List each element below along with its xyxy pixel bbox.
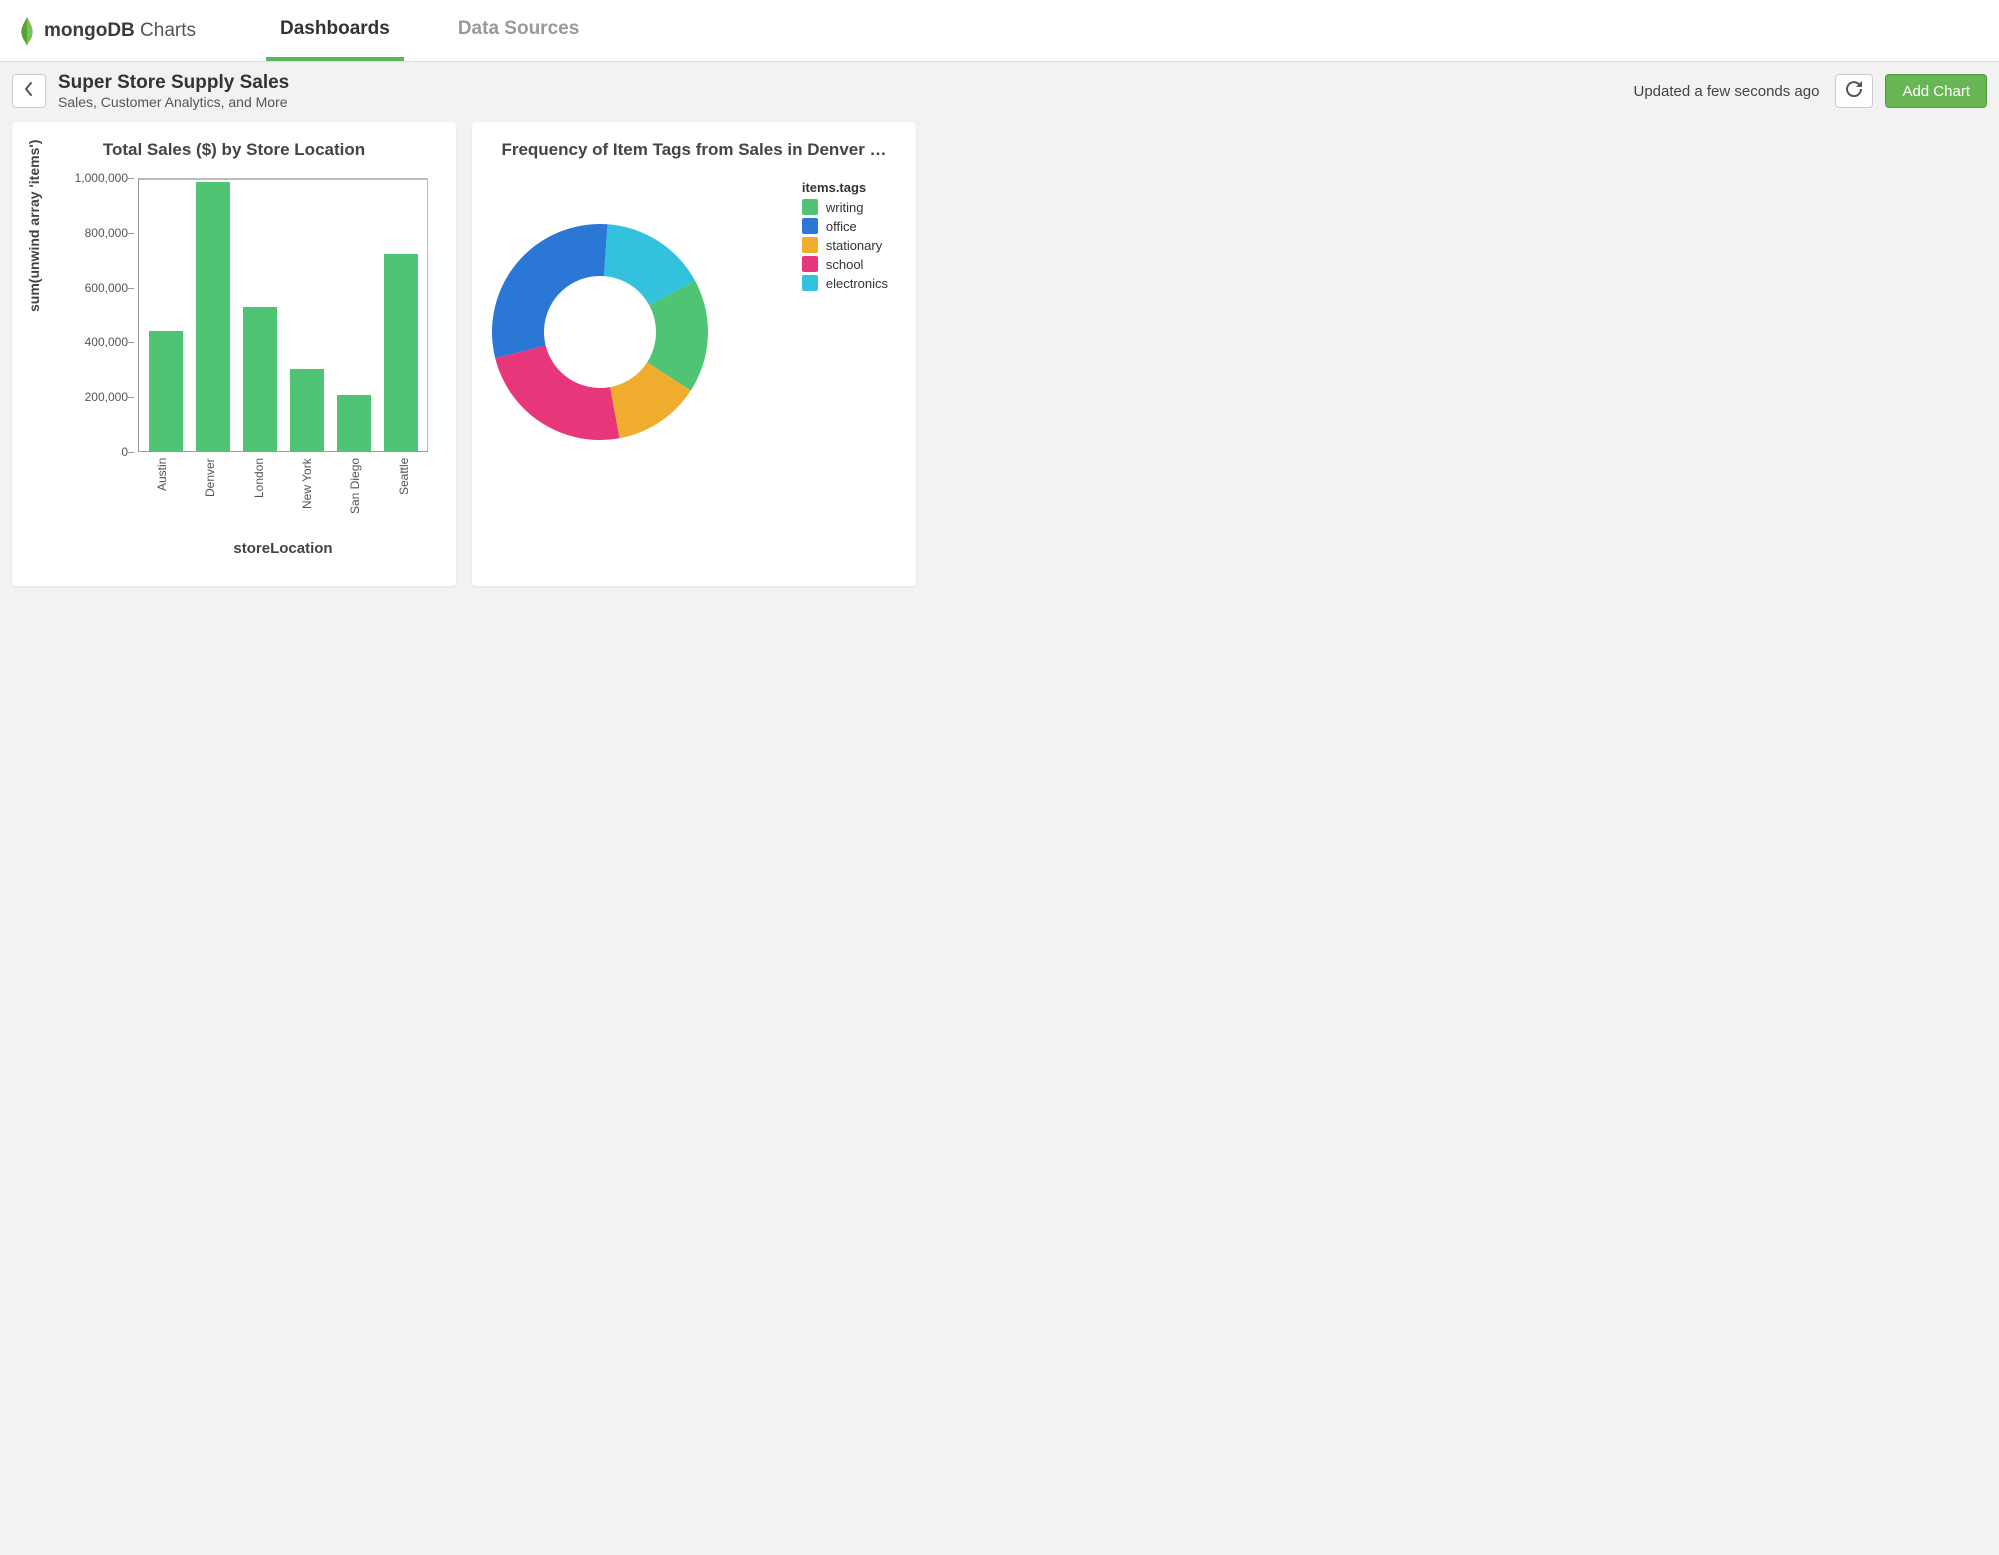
bar-y-tick: 800,000	[48, 226, 128, 240]
legend-swatch	[802, 275, 818, 291]
dashboard-subtitle: Sales, Customer Analytics, and More	[58, 94, 289, 110]
brand-bold: mongoDB	[44, 20, 135, 41]
donut-chart: items.tags writing office stationary school…	[490, 172, 898, 572]
top-nav: mongoDB Charts Dashboards Data Sources	[0, 0, 1999, 62]
bar-x-tick: Seattle	[397, 458, 411, 528]
bar-x-ticks: Austin Denver London New York San Diego Seatt…	[138, 458, 428, 528]
bar-seattle	[384, 254, 418, 451]
bar-y-ticks: 0200,000400,000600,000800,0001,000,000	[54, 178, 134, 452]
bar-x-tick: Austin	[155, 458, 169, 528]
tab-dashboards[interactable]: Dashboards	[266, 0, 404, 61]
bar-y-axis-label: sum(unwind array 'items')	[26, 140, 42, 312]
legend-item-stationary: stationary	[802, 237, 888, 253]
bar-y-tick: 0	[48, 445, 128, 459]
legend-item-school: school	[802, 256, 888, 272]
bar-austin	[149, 331, 183, 451]
legend-swatch	[802, 218, 818, 234]
brand-light: Charts	[135, 20, 196, 41]
donut-slice-school	[495, 346, 619, 440]
donut-svg	[490, 222, 710, 442]
bar-x-axis-label: storeLocation	[138, 540, 428, 557]
legend-swatch	[802, 256, 818, 272]
dashboard-titles: Super Store Supply Sales Sales, Customer…	[58, 72, 289, 110]
legend-label: school	[826, 257, 864, 272]
dashboard-header: Super Store Supply Sales Sales, Customer…	[0, 62, 1999, 122]
bar-san-diego	[337, 395, 371, 451]
updated-text: Updated a few seconds ago	[1633, 83, 1819, 100]
donut-legend: items.tags writing office stationary school…	[802, 180, 888, 294]
chevron-left-icon	[24, 82, 34, 101]
bar-x-tick: New York	[300, 458, 314, 528]
legend-item-writing: writing	[802, 199, 888, 215]
bar-chart: sum(unwind array 'items') 0200,000400,00…	[30, 172, 438, 572]
cards-container: Total Sales ($) by Store Location sum(un…	[0, 122, 1999, 606]
legend-item-electronics: electronics	[802, 275, 888, 291]
bar-y-tick: 600,000	[48, 281, 128, 295]
bar-new-york	[290, 369, 324, 451]
legend-label: stationary	[826, 238, 882, 253]
dashboard-title: Super Store Supply Sales	[58, 72, 289, 94]
bar-x-tick: San Diego	[348, 458, 362, 528]
legend-label: writing	[826, 200, 864, 215]
donut-slice-office	[492, 224, 608, 358]
legend-label: electronics	[826, 276, 888, 291]
legend-label: office	[826, 219, 857, 234]
refresh-button[interactable]	[1835, 74, 1873, 108]
tab-data-sources[interactable]: Data Sources	[444, 0, 593, 61]
legend-item-office: office	[802, 218, 888, 234]
bar-x-tick: Denver	[203, 458, 217, 528]
bar-x-tick: London	[252, 458, 266, 528]
nav-tabs: Dashboards Data Sources	[266, 0, 593, 61]
bar-plot-area	[138, 178, 428, 452]
donut-legend-title: items.tags	[802, 180, 888, 195]
brand: mongoDB Charts	[18, 16, 196, 46]
bar-denver	[196, 182, 230, 451]
add-chart-button[interactable]: Add Chart	[1885, 74, 1987, 108]
bar-london	[243, 307, 277, 451]
bar-chart-title: Total Sales ($) by Store Location	[30, 140, 438, 160]
back-button[interactable]	[12, 74, 46, 108]
legend-swatch	[802, 199, 818, 215]
refresh-icon	[1846, 81, 1862, 102]
card-donut-chart[interactable]: Frequency of Item Tags from Sales in Den…	[472, 122, 916, 586]
brand-text: mongoDB Charts	[44, 20, 196, 42]
bar-y-tick: 200,000	[48, 390, 128, 404]
bar-y-tick: 400,000	[48, 335, 128, 349]
donut-chart-title: Frequency of Item Tags from Sales in Den…	[490, 140, 898, 160]
bar-y-tick: 1,000,000	[48, 171, 128, 185]
card-bar-chart[interactable]: Total Sales ($) by Store Location sum(un…	[12, 122, 456, 586]
legend-swatch	[802, 237, 818, 253]
bar-bars	[139, 179, 428, 451]
leaf-icon	[18, 16, 36, 46]
